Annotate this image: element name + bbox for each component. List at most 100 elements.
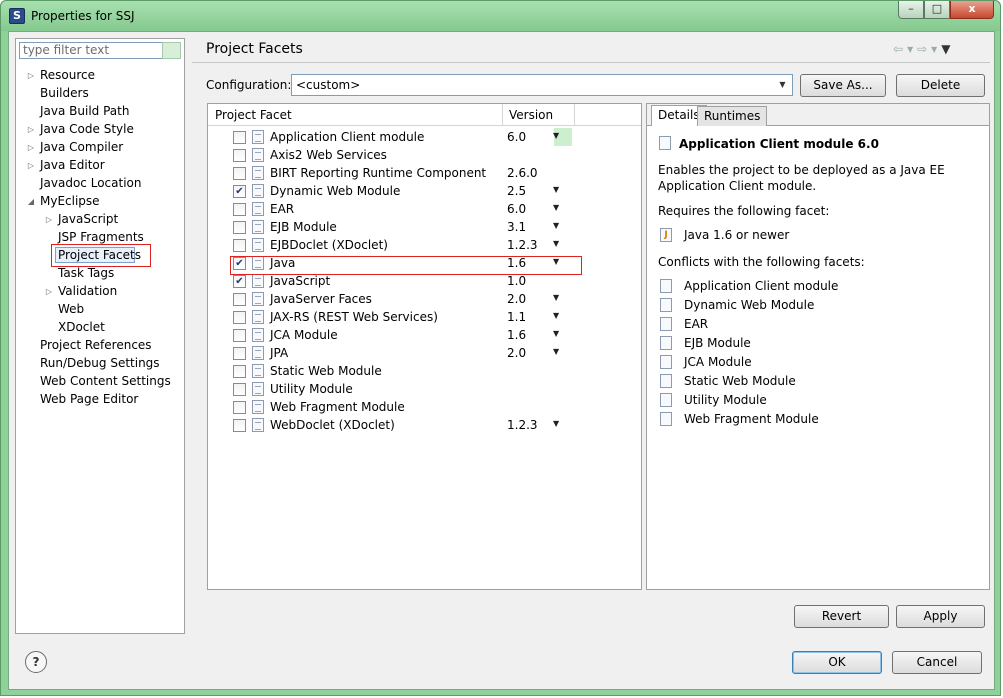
facet-version[interactable]: 2.0 <box>507 346 526 360</box>
facet-version[interactable]: 1.1 <box>507 310 526 324</box>
facet-checkbox[interactable] <box>233 239 246 252</box>
tree-item[interactable]: Builders <box>40 84 89 102</box>
facet-checkbox[interactable] <box>233 221 246 234</box>
table-row[interactable]: EJB Module 3.1 ▼ <box>208 218 641 236</box>
column-header-project-facet[interactable]: Project Facet <box>215 108 292 122</box>
version-dropdown-icon[interactable]: ▼ <box>553 221 559 230</box>
save-as-button[interactable]: Save As... <box>800 74 886 97</box>
expand-arrow-icon[interactable]: ▷ <box>26 161 36 170</box>
back-arrow-icon[interactable]: ⇦ <box>893 42 903 56</box>
facet-version[interactable]: 6.0 <box>507 202 526 216</box>
expand-arrow-icon[interactable]: ▷ <box>44 287 54 296</box>
close-button[interactable]: x <box>950 1 994 19</box>
delete-button[interactable]: Delete <box>896 74 985 97</box>
table-row[interactable]: BIRT Reporting Runtime Component 2.6.0 <box>208 164 641 182</box>
cancel-button[interactable]: Cancel <box>892 651 982 674</box>
facet-checkbox[interactable] <box>233 401 246 414</box>
version-dropdown-icon[interactable]: ▼ <box>553 329 559 338</box>
table-row[interactable]: EJBDoclet (XDoclet) 1.2.3 ▼ <box>208 236 641 254</box>
table-row[interactable]: EAR 6.0 ▼ <box>208 200 641 218</box>
tree-item[interactable]: Java Build Path <box>40 102 129 120</box>
title-bar[interactable]: S Properties for SSJ – □ x <box>1 1 1000 31</box>
tree-item[interactable]: Project Facets <box>58 246 141 264</box>
filter-clear-icon[interactable] <box>162 42 181 59</box>
facet-checkbox[interactable] <box>233 365 246 378</box>
facet-checkbox[interactable] <box>233 419 246 432</box>
version-dropdown-icon[interactable]: ▼ <box>553 131 559 140</box>
tree-item[interactable]: Java Editor <box>40 156 105 174</box>
help-icon[interactable]: ? <box>25 651 47 673</box>
version-dropdown-icon[interactable]: ▼ <box>553 257 559 266</box>
facet-checkbox[interactable] <box>233 167 246 180</box>
facet-version[interactable]: 6.0 <box>507 130 526 144</box>
tree-item[interactable]: MyEclipse <box>40 192 100 210</box>
facet-checkbox[interactable] <box>233 131 246 144</box>
table-row[interactable]: Utility Module <box>208 380 641 398</box>
facet-checkbox[interactable] <box>233 293 246 306</box>
minimize-button[interactable]: – <box>898 1 924 19</box>
facet-checkbox[interactable]: ✔ <box>233 185 246 198</box>
table-row[interactable]: ✔ JavaScript 1.0 <box>208 272 641 290</box>
tree-item[interactable]: Project References <box>40 336 152 354</box>
tree-item[interactable]: Javadoc Location <box>40 174 141 192</box>
table-row[interactable]: Application Client module 6.0 ▼ <box>208 128 641 146</box>
ok-button[interactable]: OK <box>792 651 882 674</box>
facet-checkbox[interactable]: ✔ <box>233 257 246 270</box>
version-dropdown-icon[interactable]: ▼ <box>553 203 559 212</box>
forward-dropdown-icon[interactable]: ▾ <box>931 42 937 56</box>
configuration-select[interactable]: <custom> ▼ <box>291 74 793 96</box>
tree-item[interactable]: JavaScript <box>58 210 118 228</box>
tree-item[interactable]: Web Content Settings <box>40 372 171 390</box>
table-row[interactable]: JavaServer Faces 2.0 ▼ <box>208 290 641 308</box>
facet-version[interactable]: 1.6 <box>507 328 526 342</box>
column-divider[interactable] <box>502 104 503 126</box>
tree-item[interactable]: XDoclet <box>58 318 105 336</box>
facet-checkbox[interactable] <box>233 203 246 216</box>
table-row[interactable]: Web Fragment Module <box>208 398 641 416</box>
tree-item[interactable]: Run/Debug Settings <box>40 354 160 372</box>
maximize-button[interactable]: □ <box>924 1 950 19</box>
tree-item[interactable]: JSP Fragments <box>58 228 144 246</box>
version-dropdown-icon[interactable]: ▼ <box>553 239 559 248</box>
chevron-down-icon[interactable]: ▼ <box>775 77 790 93</box>
tree-item[interactable]: Resource <box>40 66 95 84</box>
expand-arrow-icon[interactable]: ▷ <box>44 215 54 224</box>
table-row[interactable]: WebDoclet (XDoclet) 1.2.3 ▼ <box>208 416 641 434</box>
facet-version[interactable]: 2.6.0 <box>507 166 538 180</box>
tree-item[interactable]: Task Tags <box>58 264 114 282</box>
version-dropdown-icon[interactable]: ▼ <box>553 185 559 194</box>
tree-item[interactable]: Validation <box>58 282 117 300</box>
tab-runtimes[interactable]: Runtimes <box>697 106 768 126</box>
facet-checkbox[interactable] <box>233 383 246 396</box>
table-row[interactable]: ✔ Java 1.6 ▼ <box>208 254 641 272</box>
expand-arrow-icon[interactable]: ▷ <box>26 125 36 134</box>
expand-arrow-icon[interactable]: ▷ <box>26 71 36 80</box>
version-dropdown-icon[interactable]: ▼ <box>553 293 559 302</box>
facet-checkbox[interactable]: ✔ <box>233 275 246 288</box>
column-header-version[interactable]: Version <box>509 108 553 122</box>
expand-arrow-icon[interactable]: ▷ <box>26 143 36 152</box>
view-menu-icon[interactable]: ▼ <box>941 42 950 56</box>
table-row[interactable]: JAX-RS (REST Web Services) 1.1 ▼ <box>208 308 641 326</box>
facet-version[interactable]: 1.2.3 <box>507 418 538 432</box>
facet-checkbox[interactable] <box>233 149 246 162</box>
column-divider[interactable] <box>574 104 575 126</box>
apply-button[interactable]: Apply <box>896 605 985 628</box>
facet-checkbox[interactable] <box>233 311 246 324</box>
tree-item[interactable]: Java Compiler <box>40 138 123 156</box>
table-row[interactable]: JPA 2.0 ▼ <box>208 344 641 362</box>
forward-arrow-icon[interactable]: ⇨ <box>917 42 927 56</box>
back-dropdown-icon[interactable]: ▾ <box>907 42 913 56</box>
expand-open-icon[interactable]: ◢ <box>26 197 36 206</box>
table-row[interactable]: Axis2 Web Services <box>208 146 641 164</box>
version-dropdown-icon[interactable]: ▼ <box>553 347 559 356</box>
table-row[interactable]: ✔ Dynamic Web Module 2.5 ▼ <box>208 182 641 200</box>
tree-item[interactable]: Web <box>58 300 84 318</box>
tree-item[interactable]: Web Page Editor <box>40 390 138 408</box>
version-dropdown-icon[interactable]: ▼ <box>553 419 559 428</box>
facet-version[interactable]: 1.0 <box>507 274 526 288</box>
table-row[interactable]: JCA Module 1.6 ▼ <box>208 326 641 344</box>
facet-version[interactable]: 2.5 <box>507 184 526 198</box>
facet-version[interactable]: 1.2.3 <box>507 238 538 252</box>
facet-version[interactable]: 2.0 <box>507 292 526 306</box>
